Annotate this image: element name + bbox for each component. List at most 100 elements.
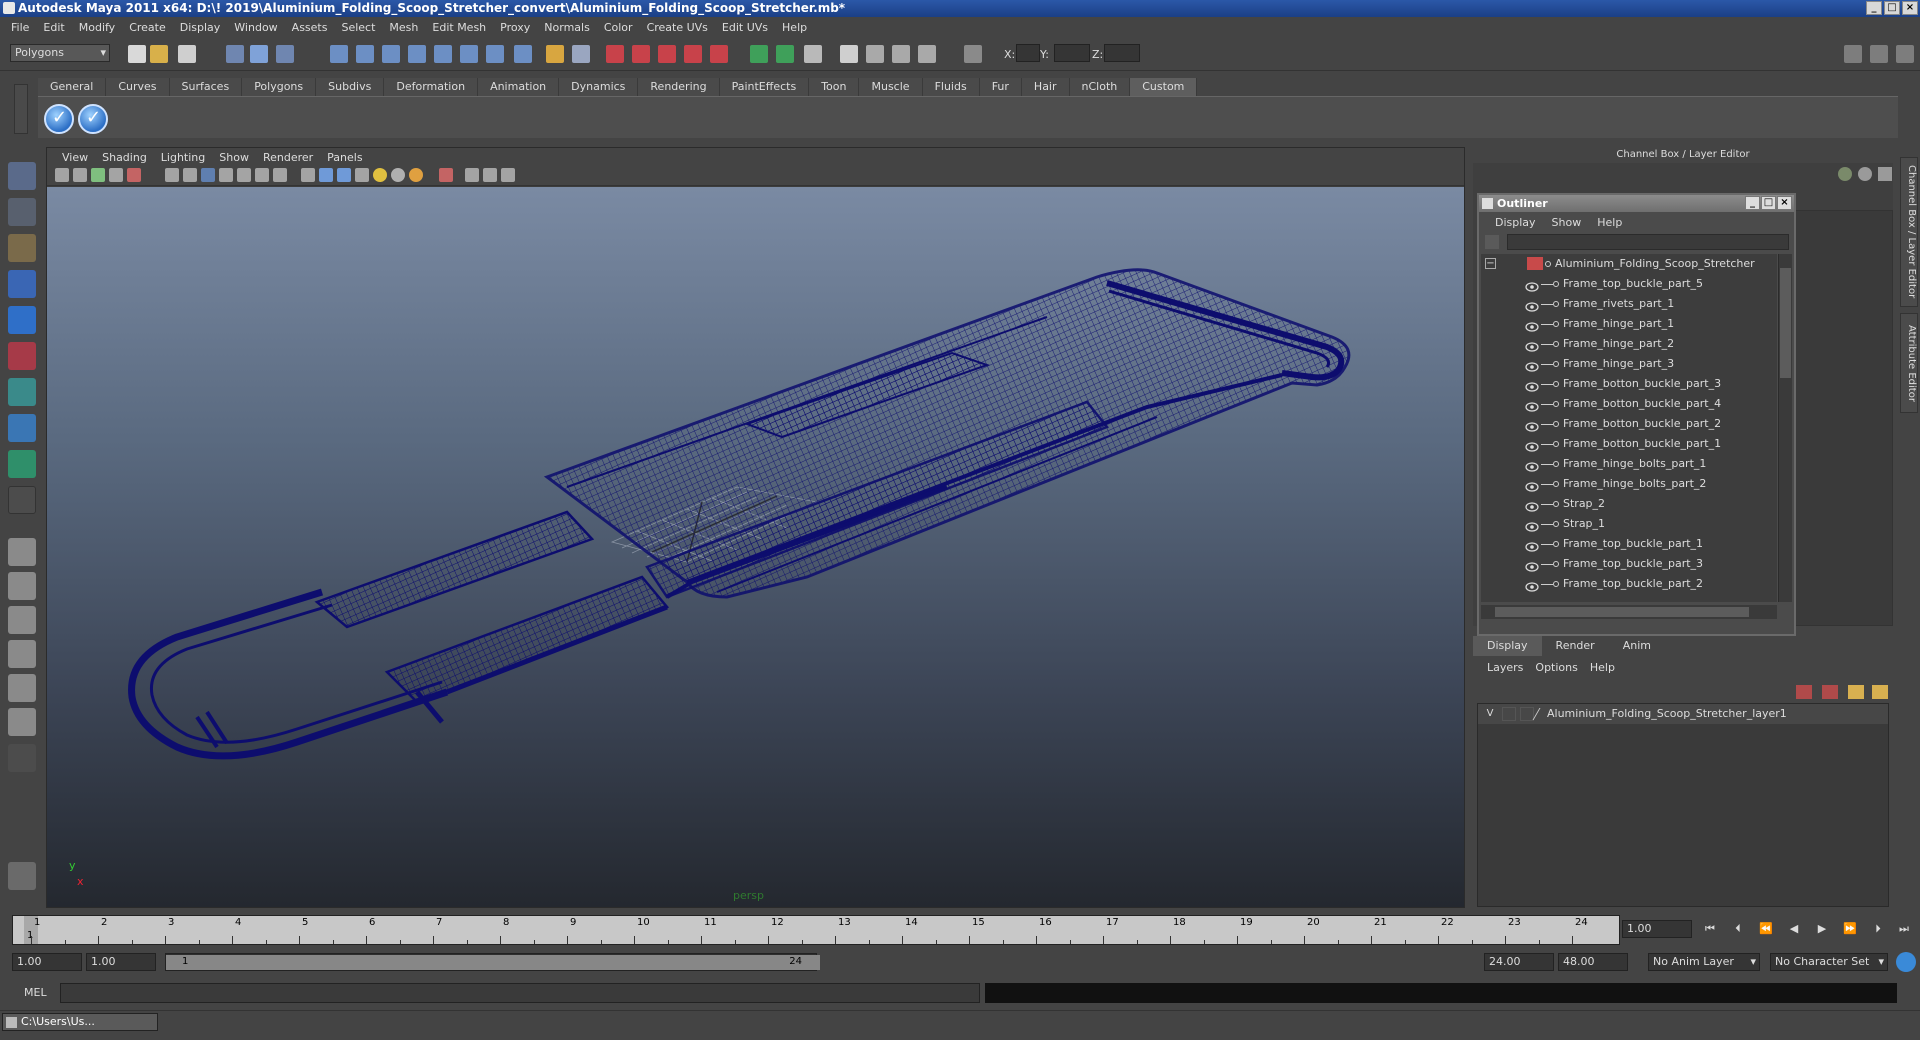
outliner-persp-layout-icon[interactable] [8,606,36,634]
outliner-scroll-thumb[interactable] [1780,268,1791,378]
shelf-tab-surfaces[interactable]: Surfaces [169,78,243,96]
snap-point-icon[interactable] [382,45,400,63]
outliner-item[interactable]: Frame_botton_buckle_part_3 [1481,374,1777,394]
magnet-curve-icon[interactable] [632,45,650,63]
menu-proxy[interactable]: Proxy [493,21,537,34]
bookmark-icon[interactable] [91,168,105,182]
paint-select-tool-icon[interactable] [8,234,36,262]
camera-attributes-icon[interactable] [73,168,87,182]
snap-plane-icon[interactable] [408,45,426,63]
go-to-end-icon[interactable]: ⏭ [1896,922,1912,936]
snap-grid-icon[interactable] [330,45,348,63]
last-tool-icon[interactable] [8,486,36,514]
outliner-item[interactable]: Frame_botton_buckle_part_4 [1481,394,1777,414]
side-tab-channel-box[interactable]: Channel Box / Layer Editor [1900,157,1918,307]
textured-icon[interactable] [355,168,369,182]
outliner-item[interactable]: Frame_hinge_part_1 [1481,314,1777,334]
shelf-tab-custom[interactable]: Custom [1130,78,1198,96]
outliner-vertical-scrollbar[interactable] [1778,254,1792,602]
menu-select[interactable]: Select [334,21,382,34]
panel-menu-lighting[interactable]: Lighting [154,151,212,164]
open-scene-icon[interactable] [150,45,168,63]
snap-view-icon[interactable] [460,45,478,63]
transform-field-icon[interactable] [964,45,982,63]
outliner-item[interactable]: Frame_botton_buckle_part_1 [1481,434,1777,454]
layer-menu-layers[interactable]: Layers [1481,661,1529,674]
show-ui-icon[interactable] [840,45,858,63]
close-button[interactable]: × [1902,1,1918,15]
menu-create-uvs[interactable]: Create UVs [640,21,715,34]
frame-selected-icon[interactable] [501,168,515,182]
default-lighting-icon[interactable] [373,168,387,182]
outliner-item[interactable]: Frame_hinge_bolts_part_2 [1481,474,1777,494]
shelf-tab-hair[interactable]: Hair [1021,78,1070,96]
lock-icon[interactable] [546,45,564,63]
layer-tab-render[interactable]: Render [1541,636,1609,656]
magnet-icon[interactable] [606,45,624,63]
character-set-selector[interactable]: No Character Set ▾ [1770,953,1888,971]
channel-key-icon[interactable] [1838,167,1852,181]
shelf-tab-curves[interactable]: Curves [106,78,170,96]
step-forward-key-icon[interactable]: ⏩ [1842,922,1858,936]
snap-live-icon[interactable] [434,45,452,63]
go-to-start-icon[interactable]: ⏮ [1702,922,1718,936]
shelf-tab-dynamics[interactable]: Dynamics [559,78,639,96]
menu-modify[interactable]: Modify [72,21,122,34]
panel-menu-view[interactable]: View [55,151,95,164]
select-component-icon[interactable] [276,45,294,63]
magnet-view-icon[interactable] [710,45,728,63]
custom-shelf-check-icon-2[interactable] [78,104,108,134]
panel-menu-renderer[interactable]: Renderer [256,151,320,164]
outliner-menu-display[interactable]: Display [1487,216,1544,229]
mel-input[interactable] [60,983,980,1003]
menu-window[interactable]: Window [227,21,284,34]
channel-info-icon[interactable] [1858,167,1872,181]
outliner-item[interactable]: Frame_hinge_part_2 [1481,334,1777,354]
outliner-item[interactable]: Frame_botton_buckle_part_2 [1481,414,1777,434]
layer-menu-help[interactable]: Help [1584,661,1621,674]
x-field[interactable] [1016,44,1040,62]
save-scene-icon[interactable] [178,45,196,63]
camera-select-icon[interactable] [55,168,69,182]
animation-end-field[interactable]: 48.00 [1558,953,1628,971]
shelf-tab-muscle[interactable]: Muscle [859,78,923,96]
shelf-tab-deformation[interactable]: Deformation [384,78,479,96]
outliner-minimize-button[interactable]: _ [1745,196,1760,210]
playback-start-field[interactable]: 1.00 [86,953,156,971]
menu-edit-uvs[interactable]: Edit UVs [715,21,775,34]
toggle-attribute-editor-icon[interactable] [1870,45,1888,63]
outliner-item[interactable]: Frame_top_buckle_part_2 [1481,574,1777,594]
minimized-window-item[interactable]: C:\Users\Us... [2,1013,158,1031]
shelf-tab-general[interactable]: General [38,78,107,96]
select-tool-icon[interactable] [8,162,36,190]
isolate-select-icon[interactable] [465,168,479,182]
grid-toggle-icon[interactable] [165,168,179,182]
resolution-gate-icon[interactable] [201,168,215,182]
new-empty-layer-icon[interactable] [1796,685,1812,699]
toggle-channel-box-icon[interactable] [1844,45,1862,63]
outliner-item[interactable]: Frame_top_buckle_part_3 [1481,554,1777,574]
toggle-tool-settings-icon[interactable] [1896,45,1914,63]
render-current-icon[interactable] [750,45,768,63]
outliner-item[interactable]: Frame_hinge_part_3 [1481,354,1777,374]
help-line-icon[interactable] [514,45,532,63]
step-back-frame-icon[interactable]: ⏴ [1730,922,1746,936]
outliner-close-button[interactable]: × [1777,196,1792,210]
layer-visibility-toggle[interactable]: V [1483,707,1497,721]
menu-create[interactable]: Create [122,21,173,34]
3d-viewport-persp[interactable]: persp y x [47,187,1464,907]
menu-assets[interactable]: Assets [285,21,335,34]
outliner-menu-show[interactable]: Show [1544,216,1590,229]
animation-start-field[interactable]: 1.00 [12,953,82,971]
layer-tab-display[interactable]: Display [1473,636,1542,656]
collapse-toggle[interactable]: − [1485,258,1496,269]
step-forward-frame-icon[interactable]: ⏵ [1870,922,1886,936]
single-pane-layout-icon[interactable] [8,538,36,566]
rotate-tool-icon[interactable] [8,306,36,334]
script-editor-icon[interactable] [8,862,36,890]
menu-display[interactable]: Display [173,21,228,34]
scale-tool-icon[interactable] [8,342,36,370]
field-chart-icon[interactable] [237,168,251,182]
range-slider-thumb[interactable]: 1 24 [166,955,820,970]
z-field[interactable] [1104,44,1140,62]
